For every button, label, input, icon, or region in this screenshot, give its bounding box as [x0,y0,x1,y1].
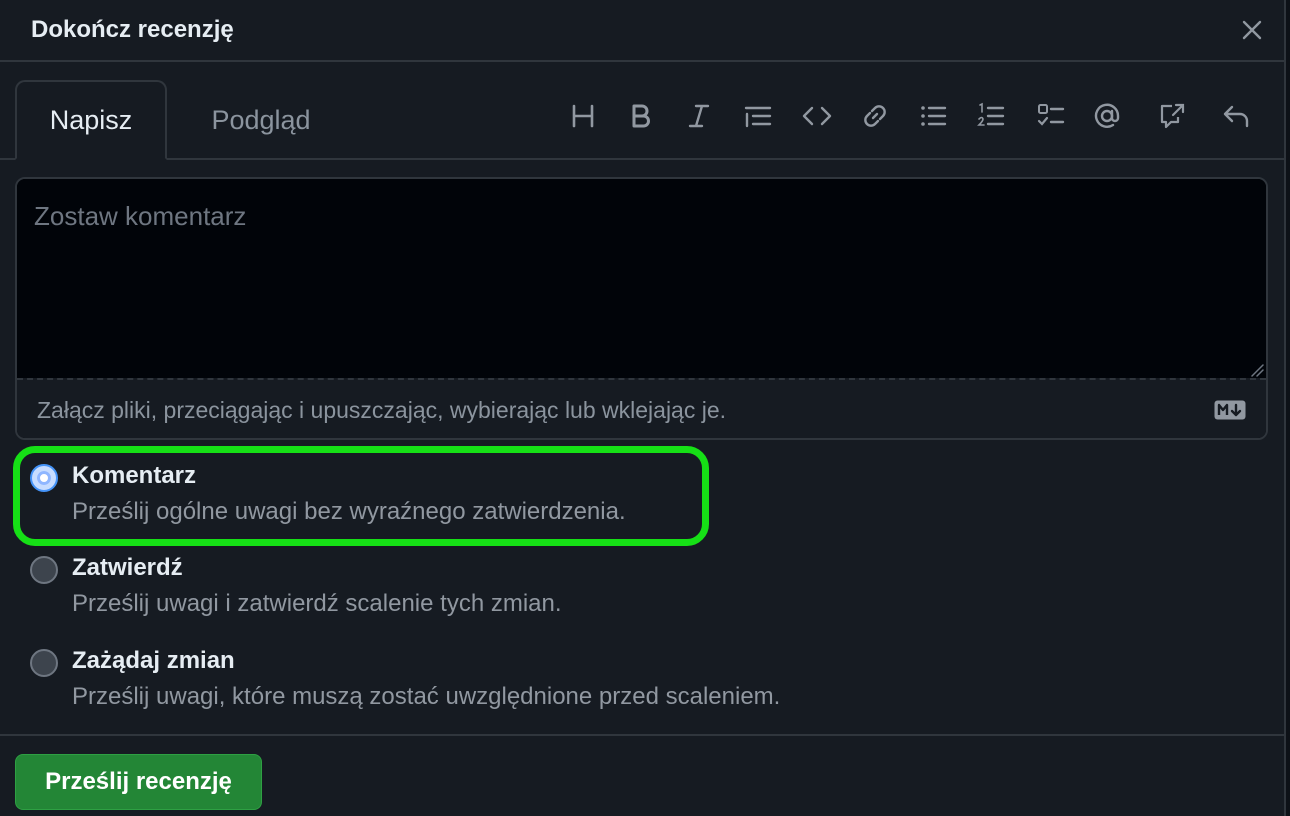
bold-icon [632,104,650,128]
quote-icon [744,106,772,128]
option-description: Prześlij uwagi i zatwierdź scalenie tych… [72,590,562,617]
option-title: Komentarz [72,462,197,489]
link-icon [864,105,886,127]
radio-approve[interactable] [30,556,58,584]
radio-request-changes[interactable] [30,649,58,677]
italic-button[interactable] [677,94,721,138]
cross-reference-button[interactable] [1150,94,1194,138]
radio-comment[interactable] [30,464,58,492]
option-description: Prześlij ogólne uwagi bez wyraźnego zatw… [72,498,626,525]
italic-icon [688,104,710,128]
editor-tabbar: Napisz Podgląd [0,62,1284,160]
bold-button[interactable] [619,94,663,138]
option-title: Zatwierdź [72,554,183,581]
ordered-list-icon [977,102,1005,126]
dialog-footer: Prześlij recenzję [0,734,1284,816]
submit-review-button[interactable]: Prześlij recenzję [15,754,262,810]
comment-editor: Załącz pliki, przeciągając i upuszczając… [15,177,1268,440]
review-dialog: Dokończ recenzję Napisz Podgląd Zostaw k… [0,0,1286,816]
attach-files-bar[interactable]: Załącz pliki, przeciągając i upuszczając… [17,378,1266,438]
heading-icon [572,104,594,128]
resize-handle-icon[interactable] [1250,363,1264,377]
code-button[interactable] [795,94,839,138]
mention-button[interactable] [1085,94,1129,138]
tab-write[interactable]: Napisz [15,80,167,160]
markdown-icon [1214,400,1246,420]
reply-button[interactable] [1214,94,1258,138]
mention-icon [1094,103,1120,128]
task-list-icon [1037,104,1065,126]
code-icon [802,106,832,126]
ordered-list-button[interactable] [969,94,1013,138]
reply-icon [1223,105,1249,128]
quote-button[interactable] [736,94,780,138]
heading-button[interactable] [561,94,605,138]
unordered-list-button[interactable] [911,94,955,138]
dialog-title: Dokończ recenzję [31,16,234,43]
task-list-button[interactable] [1029,94,1073,138]
selected-option-highlight [13,446,709,546]
comment-textarea[interactable] [17,179,1266,378]
close-icon [1242,20,1262,40]
option-title: Zażądaj zmian [72,647,235,674]
link-button[interactable] [853,94,897,138]
unordered-list-icon [921,106,947,126]
option-description: Prześlij uwagi, które muszą zostać uwzgl… [72,683,781,710]
tab-preview[interactable]: Podgląd [180,80,342,160]
dialog-header: Dokończ recenzję [0,0,1284,62]
cross-reference-icon [1160,103,1185,129]
attach-hint: Załącz pliki, przeciągając i upuszczając… [37,396,727,423]
close-button[interactable] [1234,12,1270,48]
